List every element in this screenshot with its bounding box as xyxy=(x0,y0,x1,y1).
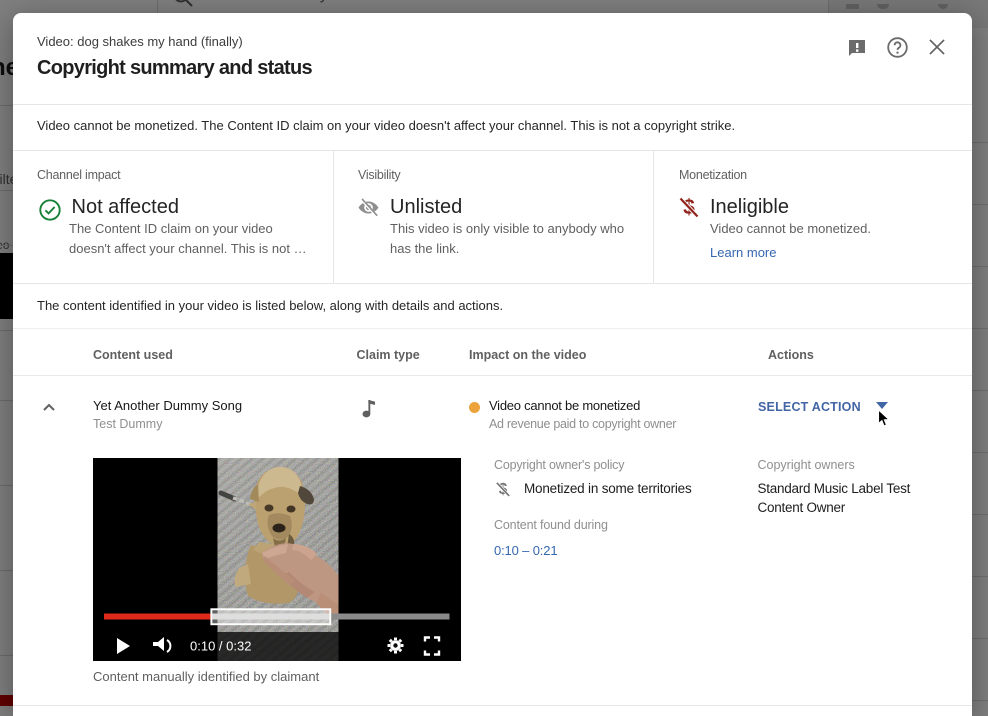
svg-text:0:10 / 0:32: 0:10 / 0:32 xyxy=(190,639,251,654)
